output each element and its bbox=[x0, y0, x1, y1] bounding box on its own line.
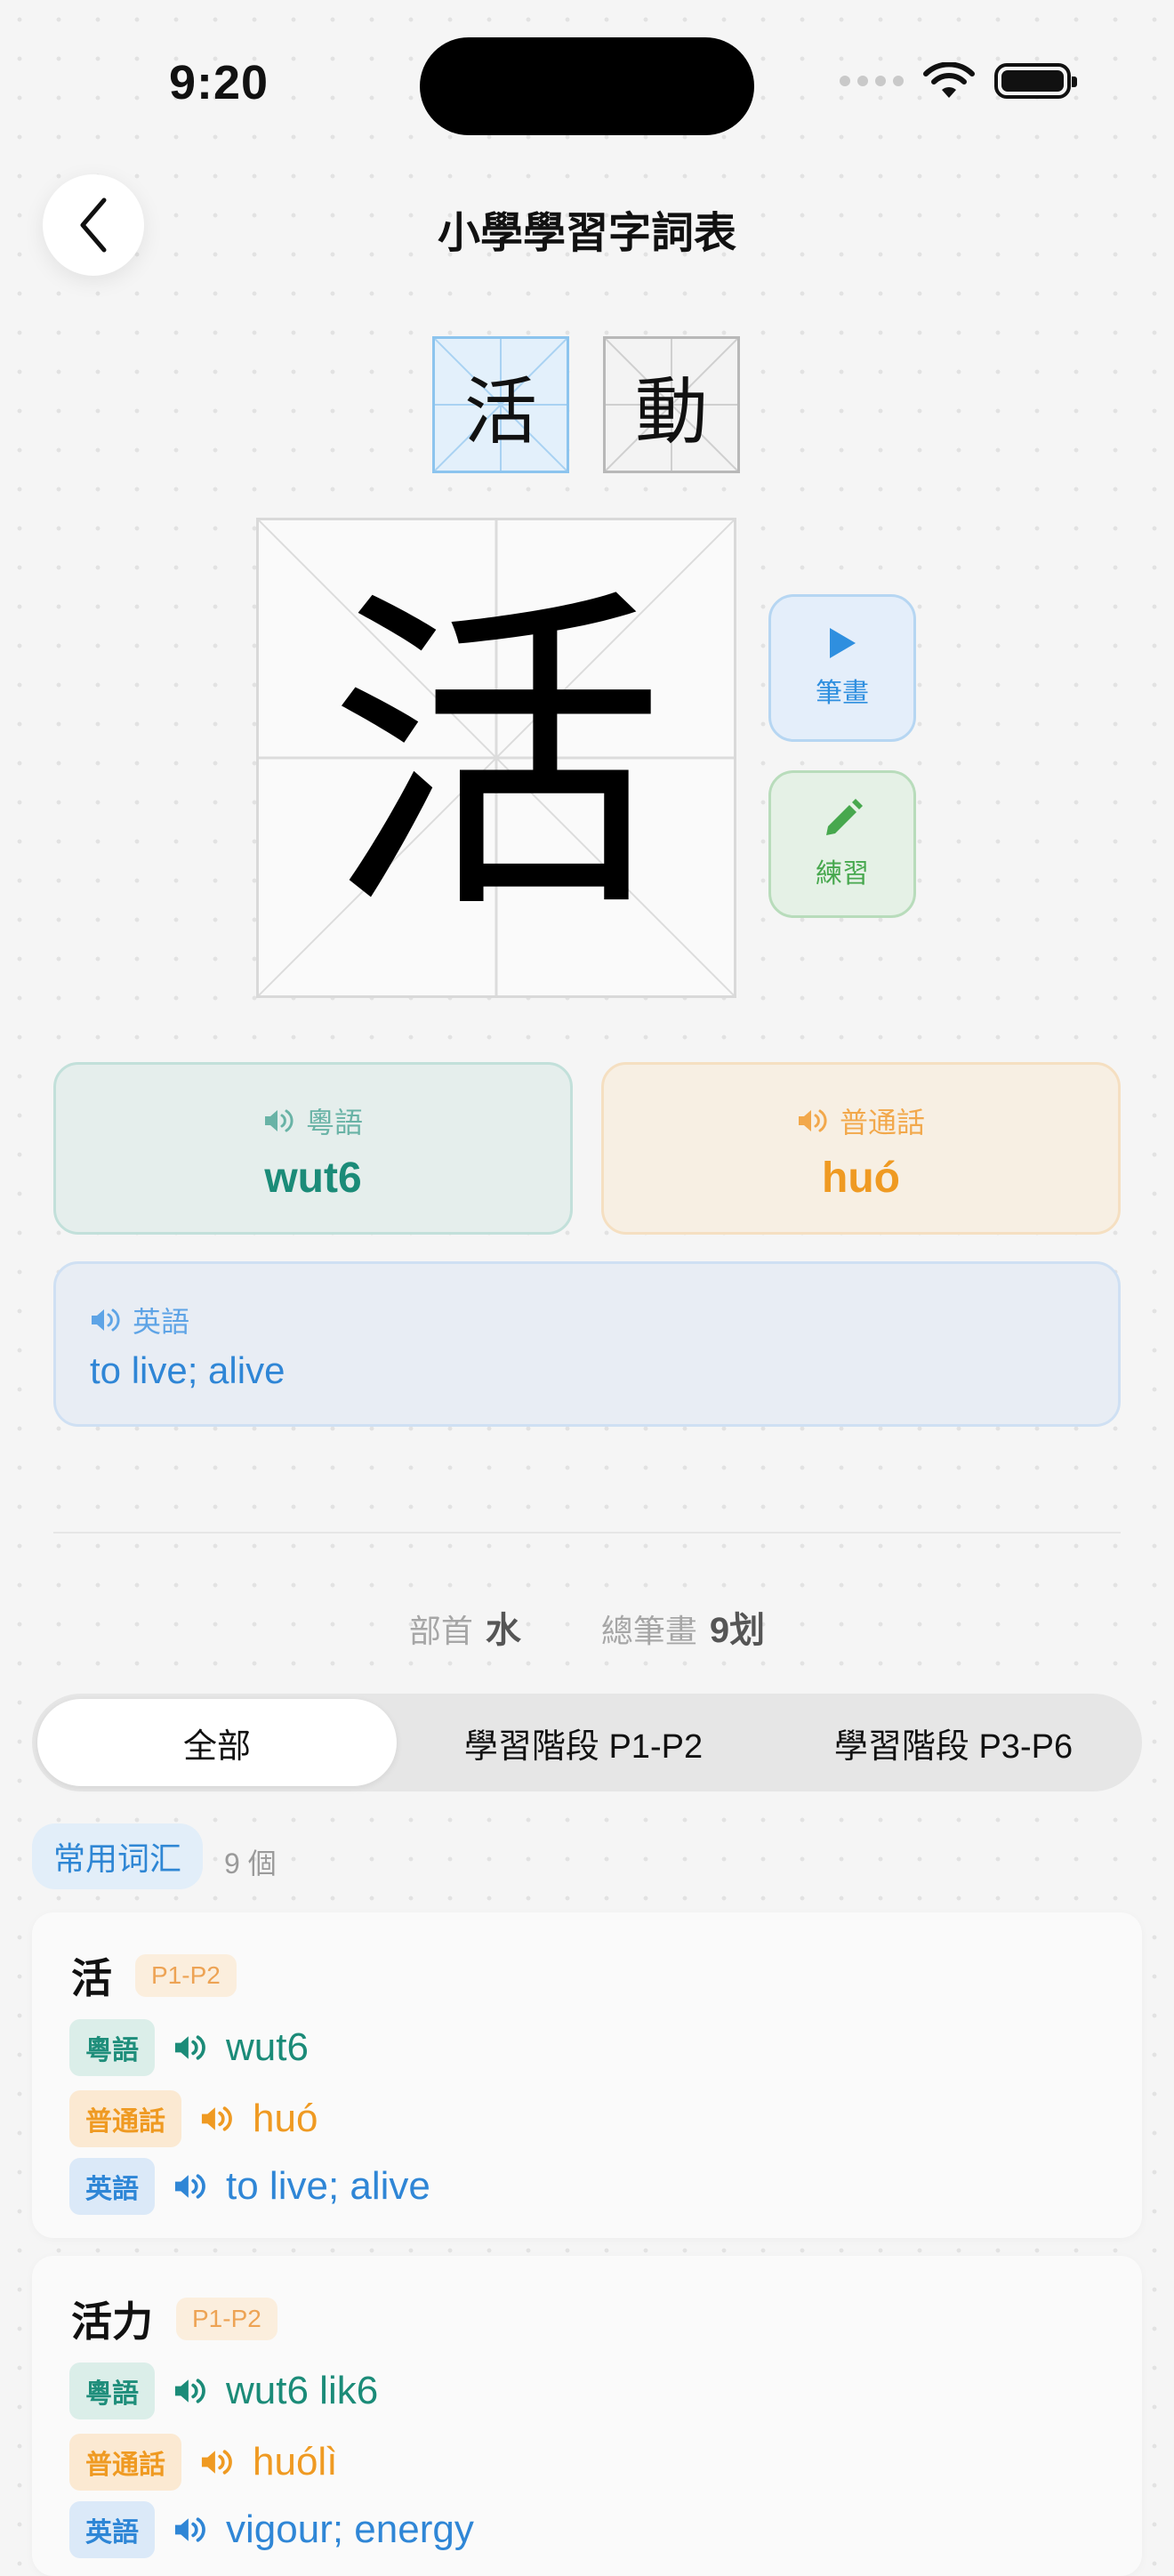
segment-all[interactable]: 全部 bbox=[37, 1699, 397, 1786]
english-label: 英語 bbox=[133, 1306, 190, 1338]
mandarin-label: 普通話 bbox=[839, 1107, 925, 1139]
character-canvas: 活 bbox=[256, 518, 736, 998]
mandarin-value: huó bbox=[822, 1155, 900, 1202]
english-tag: 英語 bbox=[69, 2501, 155, 2558]
cantonese-label: 粵語 bbox=[305, 1107, 363, 1139]
english-tag: 英語 bbox=[69, 2158, 155, 2215]
speaker-icon bbox=[264, 1109, 294, 1132]
speaker-icon[interactable] bbox=[173, 2172, 208, 2201]
wifi-icon bbox=[923, 62, 975, 98]
word-card[interactable]: 活 P1-P2 粵語 wut6 普通話 huó 英語 to live; aliv… bbox=[32, 1912, 1142, 2238]
word-english-row[interactable]: 英語 to live; alive bbox=[69, 2158, 430, 2215]
dynamic-island bbox=[420, 37, 754, 135]
word-level-badge: P1-P2 bbox=[176, 2298, 277, 2340]
speaker-icon[interactable] bbox=[199, 2448, 235, 2476]
word-cantonese-row[interactable]: 粵語 wut6 lik6 bbox=[69, 2363, 378, 2419]
radical-label: 部首 bbox=[408, 1613, 473, 1649]
char-tab-label: 活 bbox=[463, 369, 537, 455]
mandarin-card[interactable]: 普通話 huó bbox=[601, 1062, 1121, 1235]
radical-info: 部首水 bbox=[409, 1601, 521, 1653]
stroke-count-info: 總筆畫 9划 bbox=[601, 1601, 765, 1653]
char-tab-1[interactable]: 活 bbox=[432, 336, 569, 473]
mandarin-value: huó bbox=[253, 2097, 318, 2140]
segment-p1-p2[interactable]: 學習階段 P1-P2 bbox=[404, 1699, 763, 1786]
status-time: 9:20 bbox=[169, 56, 269, 109]
stroke-button-label: 筆畫 bbox=[816, 679, 869, 708]
word-text: 活 bbox=[71, 1955, 112, 2001]
word-mandarin-row[interactable]: 普通話 huólì bbox=[69, 2434, 337, 2491]
page-title: 小學學習字詞表 bbox=[437, 210, 736, 257]
word-cantonese-row[interactable]: 粵語 wut6 bbox=[69, 2019, 309, 2076]
vocab-count: 9 個 bbox=[224, 1847, 277, 1880]
cellular-signal-icon bbox=[840, 76, 904, 86]
mandarin-tag: 普通話 bbox=[69, 2090, 181, 2147]
cantonese-value: wut6 bbox=[264, 1155, 362, 1202]
word-mandarin-row[interactable]: 普通話 huó bbox=[69, 2090, 318, 2147]
divider bbox=[53, 1532, 1121, 1534]
practice-button[interactable]: 練習 bbox=[768, 770, 916, 918]
speaker-icon bbox=[798, 1109, 827, 1132]
level-filter: 全部 學習階段 P1-P2 學習階段 P3-P6 bbox=[32, 1694, 1142, 1791]
word-text: 活力 bbox=[71, 2298, 153, 2345]
mandarin-tag: 普通話 bbox=[69, 2434, 181, 2491]
status-icons bbox=[840, 62, 1077, 100]
char-tab-label: 動 bbox=[634, 369, 708, 455]
word-level-badge: P1-P2 bbox=[135, 1954, 237, 1997]
english-card[interactable]: 英語 to live; alive bbox=[53, 1261, 1121, 1427]
word-english-row[interactable]: 英語 vigour; energy bbox=[69, 2501, 474, 2558]
speaker-icon[interactable] bbox=[173, 2516, 208, 2544]
main-character: 活 bbox=[327, 560, 665, 954]
stroke-animation-button[interactable]: 筆畫 bbox=[768, 594, 916, 742]
char-tab-2[interactable]: 動 bbox=[603, 336, 740, 473]
battery-icon bbox=[994, 63, 1077, 99]
mandarin-value: huólì bbox=[253, 2440, 338, 2483]
cantonese-value: wut6 bbox=[226, 2025, 309, 2069]
speaker-icon[interactable] bbox=[173, 2033, 208, 2062]
cantonese-tag: 粵語 bbox=[69, 2363, 155, 2419]
cantonese-tag: 粵語 bbox=[69, 2019, 155, 2076]
cantonese-card[interactable]: 粵語 wut6 bbox=[53, 1062, 573, 1235]
cantonese-value: wut6 lik6 bbox=[226, 2369, 379, 2412]
stroke-count-label: 總筆畫 bbox=[600, 1613, 697, 1649]
character-meta: 部首水 總筆畫 9划 bbox=[0, 1601, 1174, 1653]
speaker-icon bbox=[92, 1308, 120, 1332]
speaker-icon[interactable] bbox=[173, 2377, 208, 2405]
pencil-icon bbox=[826, 799, 863, 835]
play-icon bbox=[830, 628, 856, 658]
segment-p3-p6[interactable]: 學習階段 P3-P6 bbox=[774, 1699, 1133, 1786]
stroke-count-value: 9划 bbox=[709, 1611, 766, 1650]
practice-button-label: 練習 bbox=[816, 859, 869, 889]
english-value: to live; alive bbox=[90, 1349, 285, 1391]
vocab-badge: 常用词汇 bbox=[32, 1823, 204, 1889]
word-card[interactable]: 活力 P1-P2 粵語 wut6 lik6 普通話 huólì 英語 vigou… bbox=[32, 2256, 1142, 2576]
radical-value: 水 bbox=[485, 1611, 521, 1650]
speaker-icon[interactable] bbox=[199, 2105, 235, 2133]
english-value: vigour; energy bbox=[226, 2508, 474, 2551]
english-value: to live; alive bbox=[226, 2164, 430, 2208]
